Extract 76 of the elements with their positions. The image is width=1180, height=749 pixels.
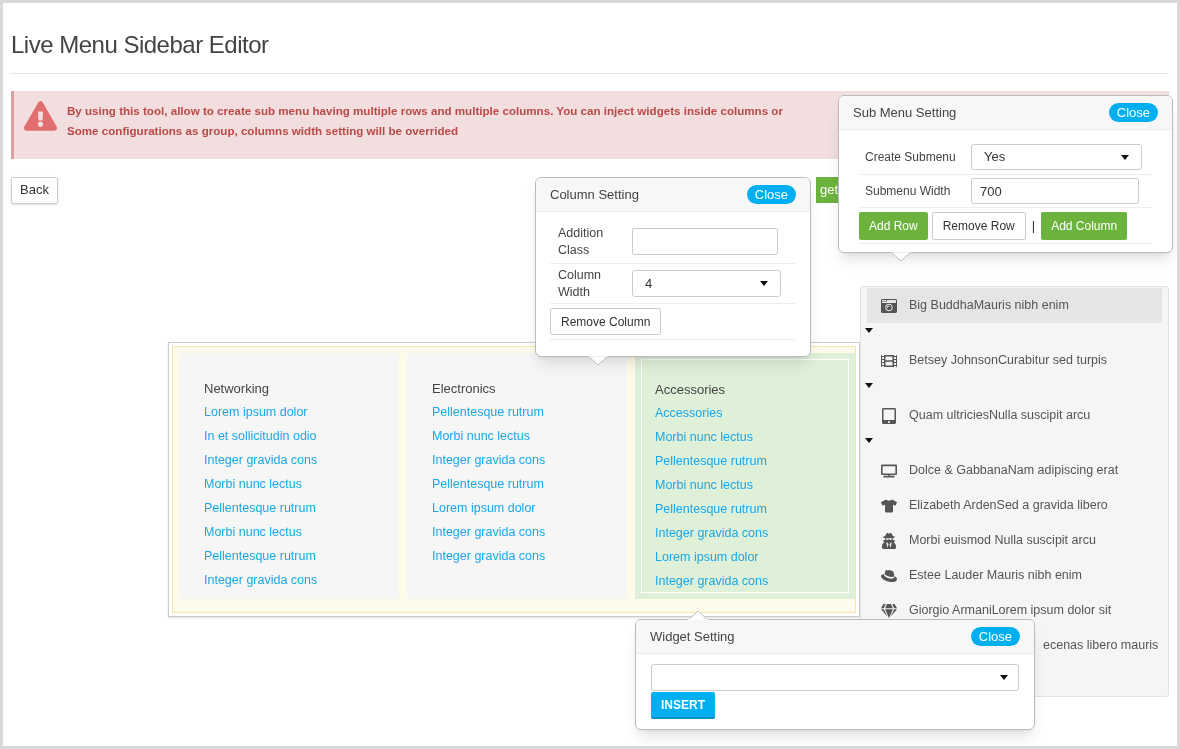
remove-row-button[interactable]: Remove Row (931, 211, 1026, 240)
caret-icon (1121, 154, 1129, 160)
submenu-column[interactable]: Accessories Accessories Morbi nunc lectus Pellentesque rutrum Morbi nunc lectus Pellentesque rutrum Integer gravida cons Lorem ipsum dolor Integer gravida cons (635, 353, 855, 599)
separator-text: | (1030, 216, 1037, 235)
create-submenu-select[interactable]: Yes (971, 144, 1142, 170)
submenu-link[interactable]: Integer gravida cons (204, 453, 318, 467)
caret-icon (1000, 675, 1008, 680)
caret-icon[interactable] (865, 383, 873, 388)
person-icon (881, 532, 897, 549)
caret-icon[interactable] (865, 438, 873, 443)
submenu-link[interactable]: Integer gravida cons (204, 573, 318, 587)
submenu-link[interactable]: Integer gravida cons (655, 574, 769, 588)
caret-icon (760, 281, 768, 286)
tshirt-icon (881, 497, 897, 514)
submenu-link[interactable]: Lorem ipsum dolor (432, 501, 536, 515)
submenu-link[interactable]: Pellentesque rutrum (432, 405, 544, 419)
alert-text: Some configurations as group, columns width setting will be overrided (67, 123, 459, 139)
diamond-icon (881, 602, 897, 619)
column-width-select[interactable]: 4 (632, 270, 781, 297)
caret-icon[interactable] (865, 328, 873, 333)
submenu-link[interactable]: Pellentesque rutrum (204, 549, 316, 563)
sidebar-item[interactable]: Quam ultriciesNulla suscipit arcu (867, 398, 1162, 433)
add-button[interactable]: Add Column (1041, 211, 1128, 240)
remove-column-button[interactable]: Remove Column (550, 308, 662, 335)
column-heading: Electronics (432, 380, 497, 398)
page-title: Live Menu Sidebar Editor (11, 30, 270, 60)
close-button[interactable]: Close (1108, 103, 1158, 122)
submenu-link[interactable]: Integer gravida cons (655, 526, 769, 540)
submenu-link[interactable]: Pellentesque rutrum (655, 502, 767, 516)
submenu-link[interactable]: Lorem ipsum dolor (655, 550, 759, 564)
submenu-link[interactable]: Pellentesque rutrum (432, 477, 544, 491)
submenu-link[interactable]: Pellentesque rutrum (655, 454, 767, 468)
column-heading: Networking (204, 380, 271, 398)
sidebar-item[interactable]: Dolce & GabbanaNam adipiscing erat (867, 453, 1162, 488)
field-label: Create Submenu (864, 149, 957, 166)
submenu-column[interactable]: Electronics Pellentesque rutrum Morbi nunc lectus Integer gravida cons Pellentesque rutrum Lorem ipsum dolor Integer gravida cons Integer gravida cons (407, 353, 627, 599)
add-button[interactable]: Add Row (859, 211, 928, 240)
submenu-link[interactable]: Integer gravida cons (432, 453, 546, 467)
tablet-icon (881, 407, 897, 424)
tv-icon (881, 462, 897, 479)
submenu-link[interactable]: Integer gravida cons (432, 525, 546, 539)
sidebar-item[interactable]: Big BuddhaMauris nibh enim (867, 288, 1162, 323)
hat-icon (881, 567, 897, 584)
insert-button[interactable]: INSERT (651, 692, 715, 719)
submenu-link[interactable]: Accessories (655, 406, 723, 420)
submenu-link[interactable]: Morbi nunc lectus (204, 525, 302, 539)
addition-class-field[interactable] (632, 228, 778, 255)
submenu-link[interactable]: Morbi nunc lectus (655, 430, 753, 444)
alert-text: By using this tool, allow to create sub menu having multiple rows and multiple columns. You can inject widgets inside columns or (67, 103, 783, 119)
submenu-column[interactable]: Networking Lorem ipsum dolor In et sollicitudin odio Integer gravida cons Morbi nunc lectus Pellentesque rutrum Morbi nunc lectus Pellentesque rutrum Integer gravida cons (179, 353, 399, 599)
submenu-link[interactable]: In et sollicitudin odio (204, 429, 317, 443)
submenu-link[interactable]: Pellentesque rutrum (204, 501, 316, 515)
sidebar-item[interactable]: Estee Lauder Mauris nibh enim (867, 558, 1162, 593)
sidebar-item[interactable]: Betsey JohnsonCurabitur sed turpis (867, 343, 1162, 378)
back-button[interactable]: Back (11, 176, 58, 204)
popover-title: Column Setting (550, 185, 639, 204)
submenu-link[interactable]: Lorem ipsum dolor (204, 405, 308, 419)
sidebar-item[interactable]: Giorgio ArmaniLorem ipsum dolor sit (867, 593, 1162, 628)
column-heading: Accessories (655, 381, 727, 399)
close-button[interactable]: Close (970, 627, 1020, 646)
popover-title: Sub Menu Setting (853, 103, 957, 122)
field-label: Column Width (557, 266, 603, 301)
submenu-link[interactable]: Morbi nunc lectus (432, 429, 530, 443)
sidebar-item[interactable]: Elizabeth ArdenSed a gravida libero (867, 488, 1162, 523)
submenu-link[interactable]: Morbi nunc lectus (204, 477, 302, 491)
field-label: Addition Class (557, 224, 605, 259)
submenu-link[interactable]: Morbi nunc lectus (655, 478, 753, 492)
popover-title: Widget Setting (650, 627, 735, 646)
camera-icon (881, 297, 897, 314)
submenu-link[interactable]: Integer gravida cons (432, 549, 546, 563)
film-icon (881, 352, 897, 369)
close-button[interactable]: Close (746, 185, 796, 204)
submenu-width-field[interactable]: 700 (971, 178, 1139, 204)
warning-icon (24, 101, 57, 131)
sidebar-item[interactable]: Morbi euismod Nulla suscipit arcu (867, 523, 1162, 558)
field-label: Submenu Width (864, 183, 952, 200)
